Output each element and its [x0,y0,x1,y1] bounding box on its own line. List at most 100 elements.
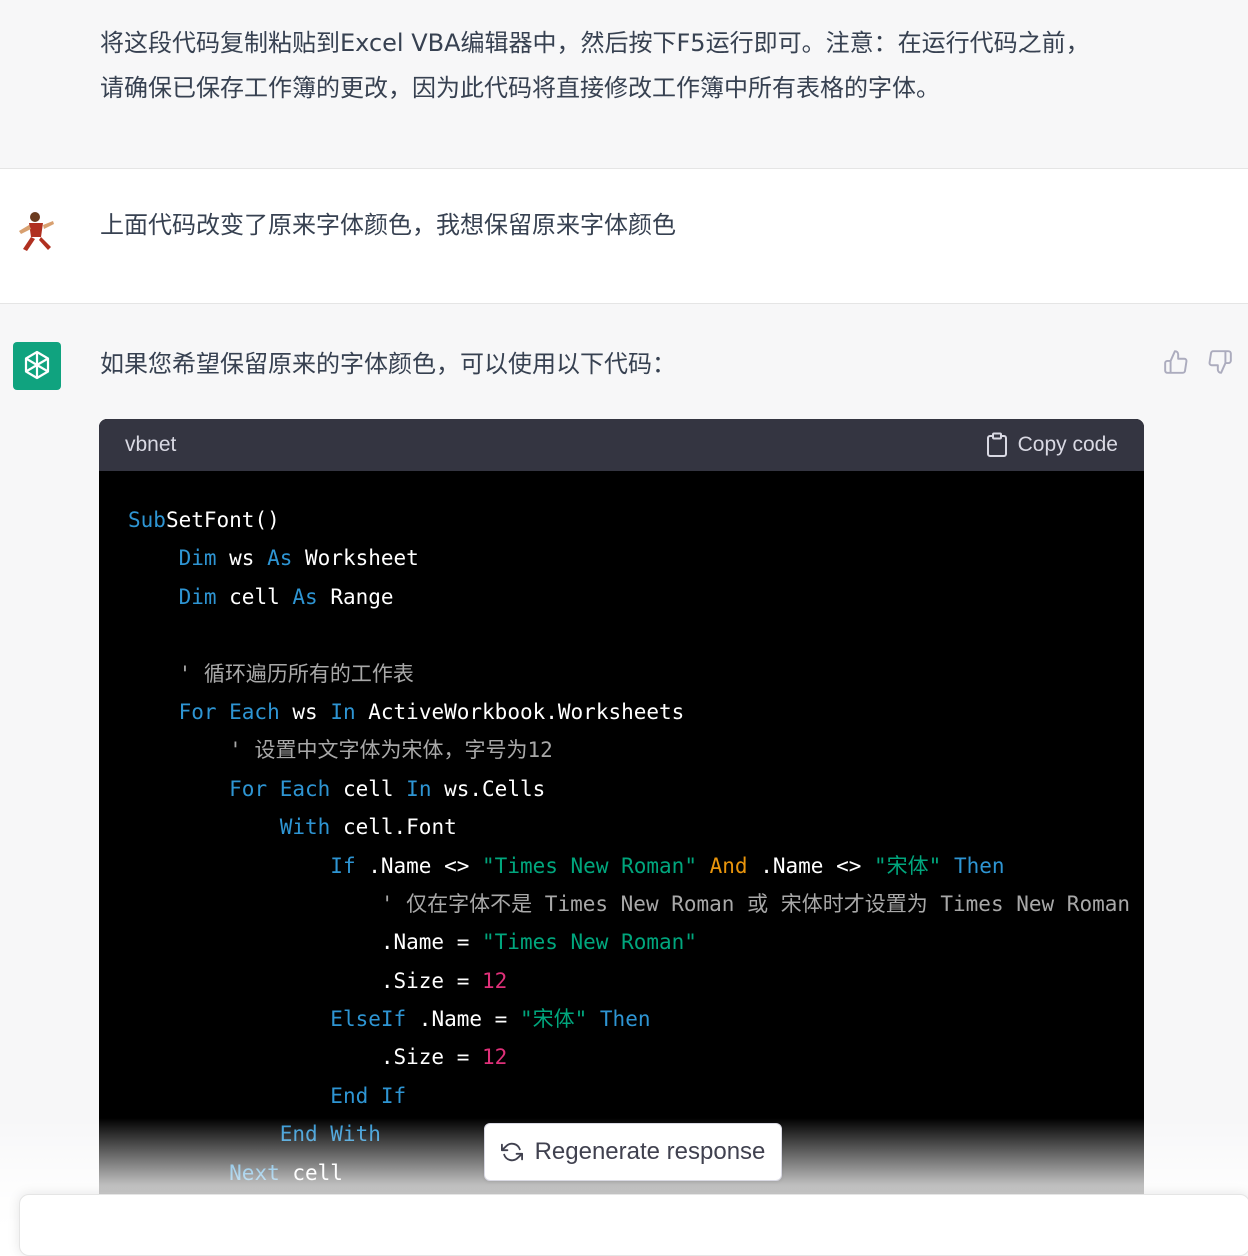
code-token: .Name <> [355,853,483,878]
code-token: With [279,815,331,840]
code-token: Then [953,853,1005,878]
clipboard-icon [986,432,1007,457]
code-token: cell.Font [330,815,457,840]
code-token: .Name <> [747,853,874,878]
code-token: And [709,853,748,878]
code-line: .Size = 12 [128,1038,1144,1076]
code-token: "宋体" [519,1007,588,1032]
code-token: SetFont() [165,508,280,532]
code-token: Then [599,1007,651,1032]
code-token: Next [229,1160,280,1185]
code-line: With cell.Font [128,808,1144,846]
code-token: "Times New Roman" [482,853,697,878]
code-token: ElseIf [330,1007,407,1032]
user-message: 上面代码改变了原来字体颜色，我想保留原来字体颜色 [0,169,1248,303]
code-line: Dim ws As Worksheet [128,539,1144,577]
assistant-intro-text: 如果您希望保留原来的字体颜色，可以使用以下代码： [100,350,676,378]
code-line: ' 循环遍历所有的工作表 [128,655,1144,693]
code-block-header: vbnet Copy code [99,419,1144,471]
code-token: cell [279,1160,343,1185]
code-token: .Name = [128,930,483,955]
thumbs-up-button[interactable] [1162,348,1190,376]
code-line: ' 仅在字体不是 Times New Roman 或 宋体时才设置为 Times… [128,885,1144,923]
code-line: .Size = 12 [128,962,1144,1000]
code-line: If .Name <> "Times New Roman" And .Name … [128,847,1144,885]
code-token: "宋体" [874,853,942,878]
code-token: ws [279,699,331,724]
thumbs-down-button[interactable] [1206,348,1234,376]
code-token: "Times New Roman" [482,930,697,955]
code-token: cell [330,776,407,801]
copy-code-button[interactable]: Copy code [986,432,1118,458]
code-token: ' 设置中文字体为宋体，字号为12 [229,738,553,763]
thumbs-up-icon [1164,350,1188,374]
code-token: As [292,584,318,609]
previous-assistant-text: 将这段代码复制粘贴到Excel VBA编辑器中，然后按下F5运行即可。注意：在运… [100,29,1090,102]
code-token: Range [317,584,394,609]
code-token: Dim [178,584,217,609]
previous-assistant-message: 将这段代码复制粘贴到Excel VBA编辑器中，然后按下F5运行即可。注意：在运… [0,0,1248,168]
copy-code-label: Copy code [1017,433,1118,456]
code-token: 12 [482,968,508,993]
code-token: Dim [178,546,217,571]
regenerate-response-button[interactable]: Regenerate response [484,1123,782,1181]
code-token: ' 循环遍历所有的工作表 [178,661,414,686]
code-line: End If [128,1077,1144,1115]
code-token: .Name = [406,1007,520,1032]
thumbs-down-icon [1208,350,1232,374]
code-token: Sub [128,508,166,532]
code-block: vbnet Copy code SubSetFont() Dim ws As W… [99,419,1144,1199]
user-avatar-image [13,207,61,255]
code-token: In [406,776,432,801]
code-token: For Each [229,776,331,801]
code-line: ElseIf .Name = "宋体" Then [128,1000,1144,1038]
code-token: ActiveWorkbook.Worksheets [355,699,685,724]
code-token: ws.Cells [431,776,546,801]
code-line: Dim cell As Range [128,578,1144,616]
code-token: 12 [482,1045,508,1070]
code-content: SubSetFont() Dim ws As Worksheet Dim cel… [99,471,1144,1192]
code-token: End With [279,1122,381,1147]
code-token: ' 仅在字体不是 Times New Roman 或 宋体时才设置为 Times… [380,891,1131,916]
openai-logo-icon [24,350,50,380]
code-token: End If [330,1083,407,1108]
code-language-label: vbnet [125,433,177,456]
code-line: .Name = "Times New Roman" [128,923,1144,961]
regenerate-response-label: Regenerate response [534,1138,766,1165]
user-avatar [13,207,61,255]
refresh-icon [500,1142,523,1162]
code-line: For Each cell In ws.Cells [128,770,1144,808]
code-line: SubSetFont() [128,501,1144,539]
code-token: For Each [178,699,280,724]
code-token: .Size = [128,1045,483,1070]
code-token: As [267,546,293,571]
code-token: ws [216,546,268,571]
chatgpt-avatar [13,342,61,390]
code-token: cell [216,584,293,609]
user-message-text: 上面代码改变了原来字体颜色，我想保留原来字体颜色 [100,211,676,239]
message-input[interactable] [19,1194,1248,1256]
code-line: For Each ws In ActiveWorkbook.Worksheets [128,693,1144,731]
code-token: .Size = [128,968,483,993]
code-line: ' 设置中文字体为宋体，字号为12 [128,731,1144,769]
code-token: Worksheet [292,546,419,571]
code-token: In [330,699,356,724]
code-token: If [330,853,356,878]
